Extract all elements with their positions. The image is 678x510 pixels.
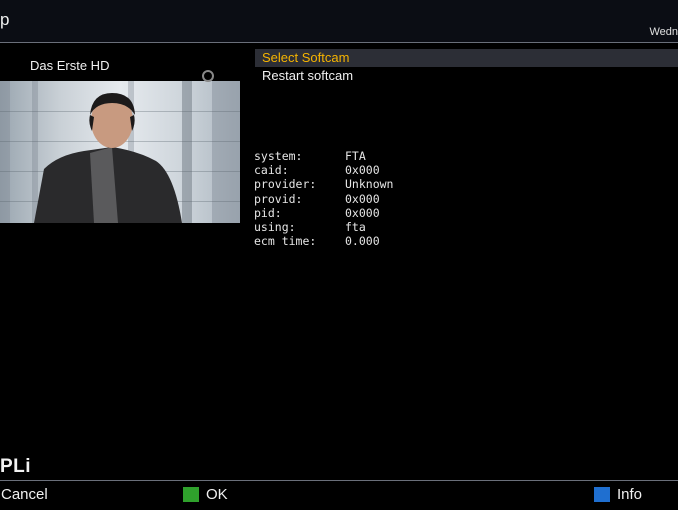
ok-label: OK bbox=[206, 486, 228, 503]
green-key-icon bbox=[183, 487, 199, 502]
softcam-menu: Select Softcam Restart softcam bbox=[255, 49, 678, 85]
info-row-provid: provid: 0x000 bbox=[254, 191, 380, 206]
blue-key-icon bbox=[594, 487, 610, 502]
info-button[interactable]: Info bbox=[594, 486, 642, 503]
info-row-caid: caid: 0x000 bbox=[254, 163, 380, 178]
info-row-using: using: fta bbox=[254, 219, 366, 234]
cancel-label: Cancel bbox=[1, 486, 48, 503]
menu-item-select-softcam[interactable]: Select Softcam bbox=[255, 49, 678, 67]
info-row-ecm-time: ecm time: 0.000 bbox=[254, 234, 380, 249]
info-label: Info bbox=[617, 486, 643, 503]
screen-title: p bbox=[0, 10, 10, 29]
channel-name: Das Erste HD bbox=[30, 58, 110, 73]
info-row-provider: provider: Unknown bbox=[254, 177, 394, 192]
ok-button[interactable]: OK bbox=[183, 486, 228, 503]
ring-icon bbox=[202, 70, 214, 82]
info-row-pid: pid: 0x000 bbox=[254, 205, 380, 220]
ecm-info: system: FTA caid: 0x000 provider: Unknown p… bbox=[254, 149, 393, 248]
cancel-button[interactable]: Cancel bbox=[1, 486, 48, 503]
info-row-system: system: FTA bbox=[254, 149, 366, 163]
video-preview bbox=[0, 81, 240, 223]
menu-item-restart-softcam[interactable]: Restart softcam bbox=[255, 67, 678, 85]
bottom-bar: Cancel OK Info bbox=[0, 480, 678, 510]
date-clock: Wedn bbox=[649, 26, 678, 38]
top-bar: p Wedn bbox=[0, 0, 678, 43]
presenter-figure bbox=[34, 93, 182, 223]
pli-logo: PLi bbox=[0, 456, 32, 477]
